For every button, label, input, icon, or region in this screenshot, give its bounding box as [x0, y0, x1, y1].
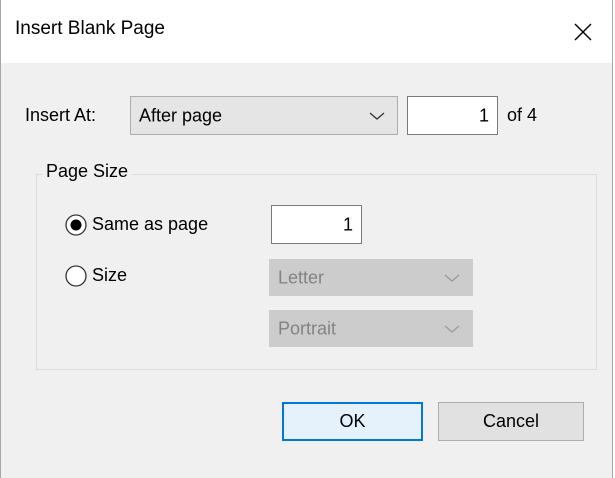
cancel-button[interactable]: Cancel [438, 402, 584, 441]
close-button[interactable] [554, 0, 612, 63]
insert-position-dropdown[interactable]: After page [130, 96, 398, 135]
radio-unselected-icon[interactable] [65, 265, 87, 287]
same-as-page-number-value: 1 [342, 214, 353, 234]
page-number-value: 1 [478, 105, 489, 125]
dialog-title: Insert Blank Page [15, 18, 165, 39]
page-count-label: of 4 [507, 105, 538, 125]
paper-size-value: Letter [278, 267, 325, 287]
ok-button[interactable]: OK [282, 402, 423, 441]
insert-at-label: Insert At: [25, 105, 97, 125]
paper-size-dropdown[interactable]: Letter [269, 259, 473, 296]
chevron-down-icon [369, 112, 385, 120]
same-as-page-number-input[interactable]: 1 [271, 205, 362, 244]
same-as-page-label[interactable]: Same as page [92, 214, 208, 235]
close-icon [574, 23, 592, 40]
page-size-group-label: Page Size [42, 161, 133, 182]
orientation-dropdown[interactable]: Portrait [269, 310, 473, 347]
insert-blank-page-dialog: Insert Blank Page Insert At: After page … [0, 0, 613, 478]
orientation-value: Portrait [278, 318, 337, 338]
insert-position-value: After page [139, 105, 223, 125]
title-bar: Insert Blank Page [1, 0, 612, 63]
chevron-down-icon [444, 274, 460, 282]
page-number-input[interactable]: 1 [407, 96, 498, 135]
chevron-down-icon [444, 325, 460, 333]
size-label[interactable]: Size [92, 265, 127, 286]
radio-selected-icon[interactable] [65, 214, 87, 236]
